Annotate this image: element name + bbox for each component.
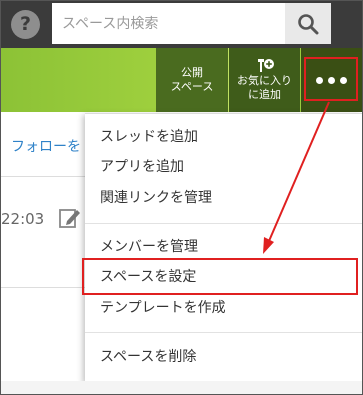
menu-item-add-app[interactable]: アプリを追加	[85, 152, 362, 182]
add-favorite-button[interactable]: お気に入り に追加	[229, 48, 300, 112]
space-search-input[interactable]	[52, 3, 285, 44]
search-button[interactable]	[285, 3, 331, 44]
help-icon[interactable]: ?	[11, 10, 40, 39]
timestamp: 22:03	[1, 210, 45, 228]
menu-item-manage-links[interactable]: 関連リンクを管理	[85, 183, 362, 213]
annotation-box-more-button	[304, 57, 358, 101]
top-bar: ?	[1, 1, 362, 48]
public-label-line1: 公開	[181, 66, 203, 79]
menu-item-create-template[interactable]: テンプレートを作成	[85, 293, 362, 323]
content-divider	[1, 176, 91, 177]
pin-plus-icon	[257, 59, 274, 72]
space-options-menu: スレッドを追加 アプリを追加 関連リンクを管理 メンバーを管理 スペースを設定 …	[85, 113, 362, 382]
screenshot-frame: ? 公開 スペース お気に入り に追加	[0, 0, 363, 395]
menu-separator	[85, 332, 362, 333]
favorite-label-line1: お気に入り	[237, 74, 292, 87]
content-divider	[1, 287, 91, 288]
menu-item-delete-space[interactable]: スペースを削除	[85, 342, 362, 372]
follow-link[interactable]: フォローを	[11, 136, 81, 156]
public-label-line2: スペース	[170, 80, 214, 93]
page-bottom	[1, 381, 362, 394]
menu-item-add-thread[interactable]: スレッドを追加	[85, 122, 362, 152]
pencil-icon[interactable]	[59, 207, 81, 229]
annotation-box-space-settings	[82, 258, 358, 295]
menu-separator	[85, 223, 362, 224]
favorite-label-line2: に追加	[248, 88, 281, 101]
public-space-button[interactable]: 公開 スペース	[156, 48, 228, 112]
search-icon	[298, 13, 319, 34]
